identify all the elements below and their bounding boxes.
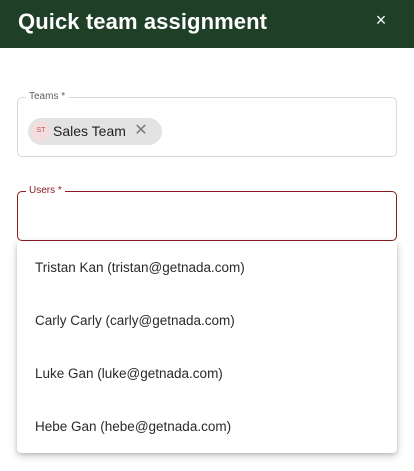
users-search-input[interactable] <box>28 206 384 228</box>
user-option-hebe[interactable]: Hebe Gan (hebe@getnada.com) <box>17 400 397 453</box>
team-chip-label: Sales Team <box>53 123 126 139</box>
team-chip-sales-team[interactable]: ST Sales Team ✕ <box>28 118 162 145</box>
dialog-title: Quick team assignment <box>18 9 268 34</box>
team-avatar: ST <box>31 121 51 141</box>
remove-chip-icon[interactable]: ✕ <box>132 122 150 140</box>
user-option-tristan[interactable]: Tristan Kan (tristan@getnada.com) <box>17 241 397 294</box>
users-dropdown: Tristan Kan (tristan@getnada.com) Carly … <box>17 241 397 453</box>
users-field-label: Users * <box>26 185 65 197</box>
teams-field-label: Teams * <box>26 91 69 103</box>
user-option-luke[interactable]: Luke Gan (luke@getnada.com) <box>17 347 397 400</box>
users-field[interactable]: Users * <box>17 185 397 241</box>
user-option-carly[interactable]: Carly Carly (carly@getnada.com) <box>17 294 397 347</box>
teams-field[interactable]: Teams * ST Sales Team ✕ <box>17 91 397 157</box>
dialog-header: Quick team assignment × <box>0 0 414 48</box>
close-icon[interactable]: × <box>370 9 392 31</box>
